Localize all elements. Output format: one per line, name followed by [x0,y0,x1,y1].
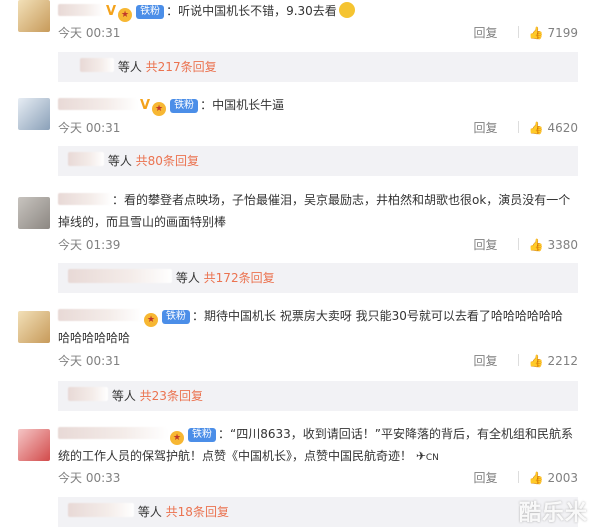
reply-who: 等人 [117,60,142,74]
airplane-icon: ✈ [412,449,426,463]
fan-badge[interactable]: 铁粉 [136,5,165,19]
username[interactable] [58,427,168,439]
divider [517,121,519,133]
reply-summary-box[interactable]: 等人 共23条回复 [58,381,578,411]
timestamp: 今天 00:31 [58,121,121,135]
v-verified-icon: V [140,98,151,113]
thumbs-up-icon[interactable]: 👍 [529,119,544,137]
thumbs-up-icon[interactable]: 👍 [529,352,544,370]
like-count: 7199 [547,26,578,40]
comment-actions: 回复 👍 2212 [473,352,578,370]
reply-summary-box[interactable]: 等人 共172条回复 [58,263,578,293]
comment-actions: 回复 👍 3380 [473,236,578,254]
like-count: 2003 [547,471,578,485]
username[interactable] [58,193,112,205]
avatar[interactable] [18,0,50,32]
comment-body-continued: 统的工作人员的保驾护航！点赞《中国机长》，点赞中国民航奇迹！ [58,449,413,463]
reply-username [68,503,134,517]
reply-who: 等人 [111,389,136,403]
reply-count-link[interactable]: 共80条回复 [136,154,199,168]
medal-icon: ★ [118,8,133,22]
like-count: 2212 [547,354,578,368]
comment-body: ：看的攀登者点映场，子怡最催泪，吴京最励志，井柏然和胡歌也很ok，演员没有一个 [112,193,571,207]
timestamp: 今天 01:39 [58,238,121,252]
divider [517,354,519,366]
like-count: 4620 [547,121,578,135]
reply-summary-box[interactable]: 等人 共217条回复 [58,52,578,82]
username[interactable] [58,4,104,16]
reply-who: 等人 [137,505,162,519]
reply-count-link[interactable]: 共217条回复 [146,60,217,74]
reply-summary-box[interactable]: 等人 共18条回复 [58,497,578,527]
comment-meta: 今天 01:39 回复 👍 3380 [58,236,578,254]
reply-who: 等人 [175,271,200,285]
comment-text-line: 掉线的，而且雪山的画面特别棒 [58,211,578,233]
reply-count-link[interactable]: 共18条回复 [166,505,229,519]
comment-body: ：听说中国机长不错，9.30去看 [166,4,337,18]
reply-button[interactable]: 回复 [473,26,497,40]
medal-icon: ★ [144,313,158,327]
divider [517,26,519,38]
comment-text-line: V ★ 铁粉 ：听说中国机长不错，9.30去看 [58,0,578,23]
surprised-emoji-icon [338,2,355,18]
comment-text-line: ★ 铁粉 ：“四川8633，收到请回话！”平安降落的背后，有全机组和民航系 [58,423,578,445]
comment-text-line: 哈哈哈哈哈哈 [58,327,578,349]
reply-username [80,58,114,72]
username[interactable] [58,309,142,321]
comment-body: ：期待中国机长 祝票房大卖呀 我只能30号就可以去看了哈哈哈哈哈哈 [192,309,563,323]
reply-username [68,269,172,283]
avatar[interactable] [18,311,50,343]
comment-actions: 回复 👍 7199 [473,24,578,42]
reply-username [68,152,104,166]
reply-button[interactable]: 回复 [473,121,497,135]
comment-meta: 今天 00:31 回复 👍 7199 [58,24,578,42]
reply-button[interactable]: 回复 [473,238,497,252]
thumbs-up-icon[interactable]: 👍 [529,469,544,487]
comment-meta: 今天 00:33 回复 👍 2003 [58,469,578,487]
cn-label: CN [425,453,439,463]
medal-icon: ★ [170,431,184,445]
watermark-logo: 酷乐米 [518,501,588,526]
comment-text-line: V ★ 铁粉 ：中国机长牛逼 [58,94,578,117]
timestamp: 今天 00:31 [58,26,121,40]
comment-meta: 今天 00:31 回复 👍 2212 [58,352,578,370]
reply-username [68,387,108,401]
comment-body: ：“四川8633，收到请回话！”平安降落的背后，有全机组和民航系 [218,427,573,441]
comment-actions: 回复 👍 4620 [473,119,578,137]
thumbs-up-icon[interactable]: 👍 [529,236,544,254]
fan-badge[interactable]: 铁粉 [162,310,190,324]
reply-count-link[interactable]: 共172条回复 [204,271,275,285]
reply-count-link[interactable]: 共23条回复 [140,389,203,403]
medal-icon: ★ [152,102,167,116]
comment-body-continued: 掉线的，而且雪山的画面特别棒 [58,215,227,229]
reply-button[interactable]: 回复 [473,354,497,368]
divider [517,238,519,250]
v-verified-icon: V [106,4,117,19]
avatar[interactable] [18,98,50,130]
timestamp: 今天 00:31 [58,354,121,368]
comment-body-continued: 哈哈哈哈哈哈 [58,331,131,345]
thumbs-up-icon[interactable]: 👍 [529,24,544,42]
reply-button[interactable]: 回复 [473,471,497,485]
like-count: 3380 [547,238,578,252]
avatar[interactable] [18,197,50,229]
comment-actions: 回复 👍 2003 [473,469,578,487]
username[interactable] [58,98,138,110]
timestamp: 今天 00:33 [58,471,121,485]
fan-badge[interactable]: 铁粉 [188,428,216,442]
reply-summary-box[interactable]: 等人 共80条回复 [58,146,578,176]
comment-text-line: ：看的攀登者点映场，子怡最催泪，吴京最励志，井柏然和胡歌也很ok，演员没有一个 [58,189,578,211]
comment-text-line: ★ 铁粉 ：期待中国机长 祝票房大卖呀 我只能30号就可以去看了哈哈哈哈哈哈 [58,305,578,327]
fan-badge[interactable]: 铁粉 [170,99,199,113]
comment-meta: 今天 00:31 回复 👍 4620 [58,119,578,137]
comment-text-line: 统的工作人员的保驾护航！点赞《中国机长》，点赞中国民航奇迹！ ✈CN [58,445,578,469]
comment-body: ：中国机长牛逼 [200,98,285,112]
divider [517,471,519,483]
reply-who: 等人 [107,154,132,168]
avatar[interactable] [18,429,50,461]
